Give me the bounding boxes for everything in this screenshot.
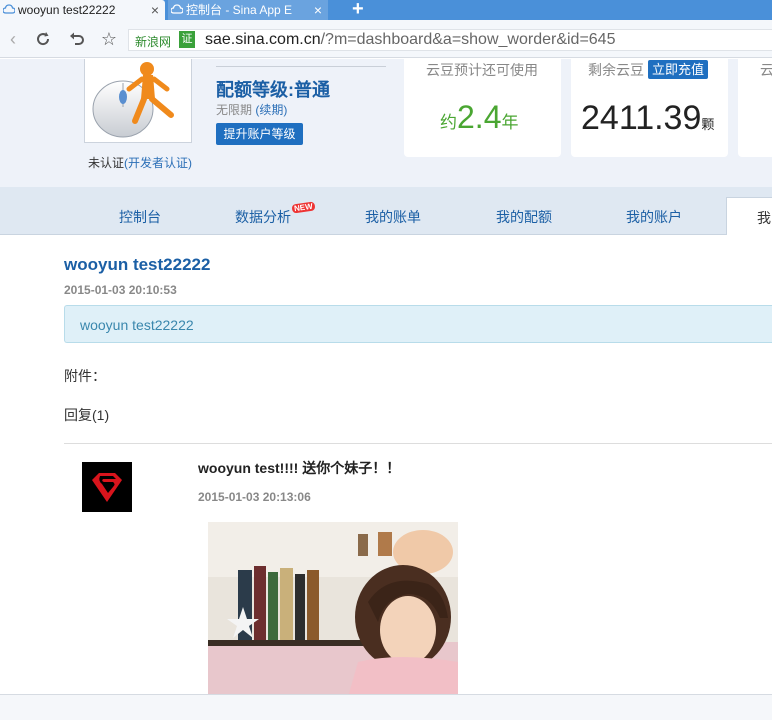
third-card-label: 云: [760, 62, 772, 78]
mouse-figure-icon: [92, 62, 174, 138]
browser-tab-active[interactable]: wooyun test22222 ×: [0, 0, 165, 20]
tab-analytics[interactable]: 数据分析: [235, 207, 291, 227]
reply-title: wooyun test!!!! 送你个妹子！！: [198, 460, 401, 476]
close-icon[interactable]: ×: [314, 0, 322, 20]
estimate-card: 云豆预计还可使用 约2.4年: [404, 59, 561, 157]
tab-quota[interactable]: 我的配额: [496, 207, 552, 227]
remaining-label: 剩余云豆: [588, 62, 644, 78]
browser-tab-title: wooyun test22222: [18, 3, 116, 17]
tab-bills[interactable]: 我的账单: [365, 207, 421, 227]
attachments-label: 附件：: [64, 368, 106, 384]
cloud-icon: [171, 4, 183, 14]
remaining-beans-card: 剩余云豆 立即充值 2411.39颗: [571, 59, 728, 157]
quota-level: 配额等级:普通: [216, 80, 330, 100]
browser-tab-bar: wooyun test22222 × 控制台 - Sina App E × +: [0, 0, 772, 20]
url-domain: sae.sina.com.cn: [205, 31, 321, 48]
browser-tab-inactive[interactable]: 控制台 - Sina App E ×: [168, 0, 328, 20]
remaining-value: 2411.39颗: [581, 99, 714, 138]
divider: [216, 66, 386, 67]
dashboard-nav: 控制台 数据分析 NEW 我的账单 我的配额 我的账户 我的: [0, 187, 772, 235]
verify-status: 未认证(开发者认证): [88, 154, 192, 171]
certificate-badge[interactable]: 证: [179, 31, 195, 48]
recharge-button[interactable]: 立即充值: [648, 60, 709, 79]
site-label: 新浪网: [135, 35, 172, 49]
remaining-number: 2411.39: [581, 99, 702, 137]
cloud-icon: [3, 4, 15, 14]
divider: [64, 443, 772, 444]
post-body: wooyun test22222: [64, 305, 772, 343]
estimate-label: 云豆预计还可使用: [426, 62, 538, 78]
third-card: 云: [738, 59, 772, 157]
superman-logo-icon: [82, 462, 132, 512]
reply-photo: [208, 522, 458, 697]
address-bar-row: ‹ ☆ 新浪网 证 sae.sina.com.cn/?m=dashboard&a…: [0, 20, 772, 58]
developer-verify-link[interactable]: (开发者认证): [124, 156, 192, 170]
browser-tab-title: 控制台 - Sina App E: [186, 3, 292, 17]
status-bar: [0, 694, 772, 720]
renew-link[interactable]: (续期): [255, 103, 287, 117]
new-badge: NEW: [291, 201, 316, 214]
replies-count: 回复(1): [64, 407, 110, 423]
undo-icon[interactable]: [66, 28, 88, 50]
tab-console[interactable]: 控制台: [119, 207, 161, 227]
upgrade-account-button[interactable]: 提升账户等级: [216, 123, 303, 145]
remaining-unit: 颗: [701, 117, 715, 132]
new-tab-button[interactable]: +: [352, 0, 364, 21]
back-icon[interactable]: ‹: [2, 28, 24, 50]
estimate-unit: 年: [501, 113, 519, 132]
verify-status-label: 未认证: [88, 156, 125, 170]
tab-my-active[interactable]: 我的: [726, 197, 772, 235]
url-text[interactable]: sae.sina.com.cn/?m=dashboard&a=show_word…: [205, 31, 615, 49]
tab-account[interactable]: 我的账户: [626, 207, 682, 227]
avatar[interactable]: [84, 59, 192, 143]
url-path: /?m=dashboard&a=show_worder&id=645: [320, 31, 616, 48]
post-title: wooyun test22222: [64, 255, 211, 274]
post-time: 2015-01-03 20:10:53: [64, 283, 177, 297]
url-field[interactable]: 新浪网 证 sae.sina.com.cn/?m=dashboard&a=sho…: [128, 29, 772, 51]
reply-time: 2015-01-03 20:13:06: [198, 490, 311, 504]
reload-icon[interactable]: [32, 28, 54, 50]
estimate-prefix: 约: [440, 113, 457, 132]
post-body-text: wooyun test22222: [80, 317, 194, 333]
close-icon[interactable]: ×: [151, 0, 159, 20]
star-icon[interactable]: ☆: [98, 28, 120, 50]
account-header: 未认证(开发者认证) 配额等级:普通 无限期 (续期) 提升账户等级 云豆预计还…: [0, 59, 772, 187]
validity: 无限期 (续期): [216, 101, 287, 118]
validity-label: 无限期: [216, 103, 253, 117]
estimate-value: 约2.4年: [440, 99, 518, 136]
estimate-number: 2.4: [457, 99, 502, 135]
